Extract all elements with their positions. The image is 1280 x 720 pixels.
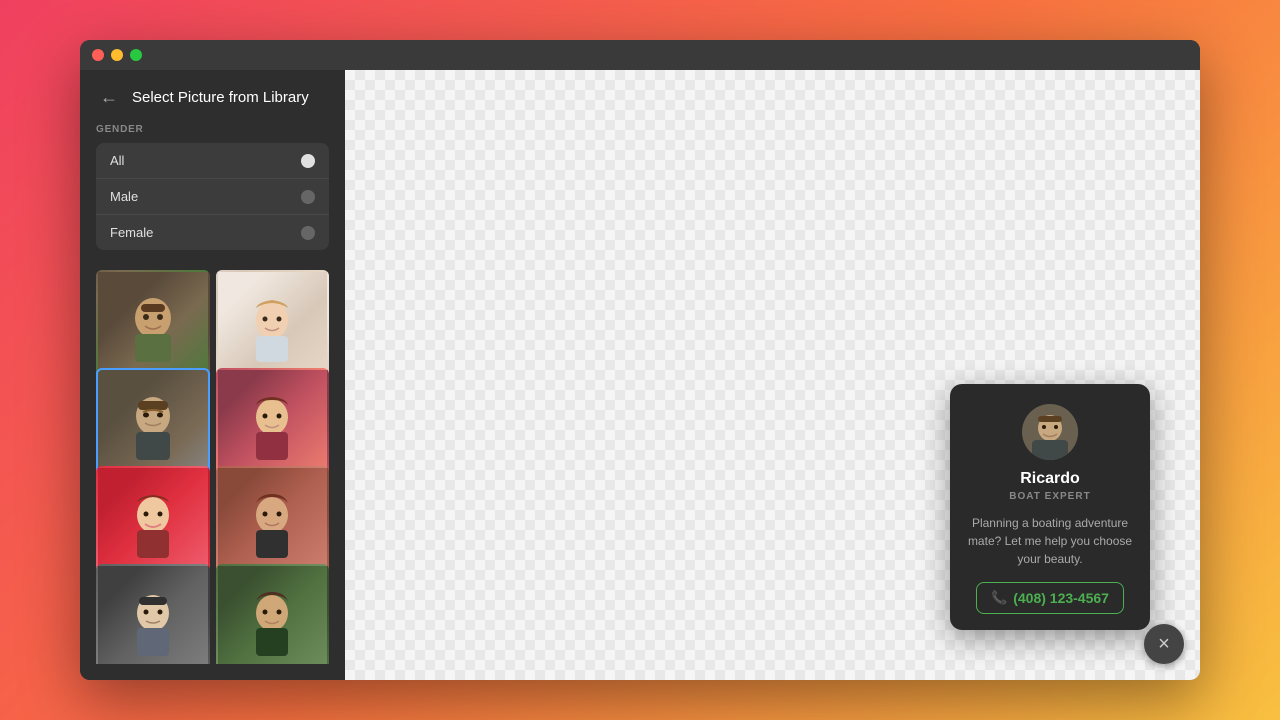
photo-thumb[interactable]: [216, 368, 330, 482]
window-body: ← Select Picture from Library GENDER All…: [80, 70, 1200, 680]
photo-thumb[interactable]: [216, 466, 330, 580]
traffic-light-red[interactable]: [92, 49, 104, 61]
photo-face-icon: [218, 370, 328, 480]
radio-male[interactable]: Male: [96, 179, 329, 215]
photo-face-icon: [98, 566, 208, 664]
card-role: BOAT EXPERT: [1009, 491, 1090, 502]
sidebar-title: Select Picture from Library: [132, 89, 309, 106]
card-avatar: [1022, 404, 1078, 460]
photo-thumb[interactable]: [216, 270, 330, 384]
photo-thumb-selected[interactable]: [96, 368, 210, 482]
radio-all[interactable]: All: [96, 143, 329, 179]
photo-face-icon: [218, 468, 328, 578]
sidebar-header: ← Select Picture from Library: [80, 86, 345, 124]
photo-face-icon: [98, 370, 208, 480]
photo-face-icon: [218, 566, 328, 664]
photo-face-icon: [98, 272, 208, 382]
filter-label: GENDER: [96, 124, 329, 135]
back-button[interactable]: ←: [96, 86, 122, 108]
radio-male-dot: [301, 190, 315, 204]
radio-female-label: Female: [110, 225, 153, 240]
gender-radio-group: All Male Female: [96, 143, 329, 250]
photo-thumb[interactable]: [96, 466, 210, 580]
main-area: Ricardo BOAT EXPERT Planning a boating a…: [345, 70, 1200, 680]
radio-female[interactable]: Female: [96, 215, 329, 250]
gender-filter-section: GENDER All Male Female: [80, 124, 345, 250]
phone-icon: 📞: [991, 590, 1007, 606]
photo-grid: [80, 262, 345, 664]
photo-thumb[interactable]: [96, 270, 210, 384]
close-button[interactable]: ×: [1144, 624, 1184, 664]
photo-thumb[interactable]: [216, 564, 330, 664]
photo-thumb[interactable]: [96, 564, 210, 664]
photo-face-icon: [98, 468, 208, 578]
traffic-light-green[interactable]: [130, 49, 142, 61]
card-bio: Planning a boating adventure mate? Let m…: [966, 514, 1134, 568]
photo-face-icon: [218, 272, 328, 382]
card-phone-button[interactable]: 📞 (408) 123-4567: [976, 582, 1124, 614]
contact-card: Ricardo BOAT EXPERT Planning a boating a…: [950, 384, 1150, 630]
card-phone-number: (408) 123-4567: [1013, 590, 1109, 606]
titlebar: [80, 40, 1200, 70]
sidebar: ← Select Picture from Library GENDER All…: [80, 70, 345, 680]
app-window: ← Select Picture from Library GENDER All…: [80, 40, 1200, 680]
card-name: Ricardo: [1020, 470, 1080, 488]
radio-male-label: Male: [110, 189, 138, 204]
radio-female-dot: [301, 226, 315, 240]
traffic-light-yellow[interactable]: [111, 49, 123, 61]
radio-all-label: All: [110, 153, 124, 168]
radio-all-dot: [301, 154, 315, 168]
